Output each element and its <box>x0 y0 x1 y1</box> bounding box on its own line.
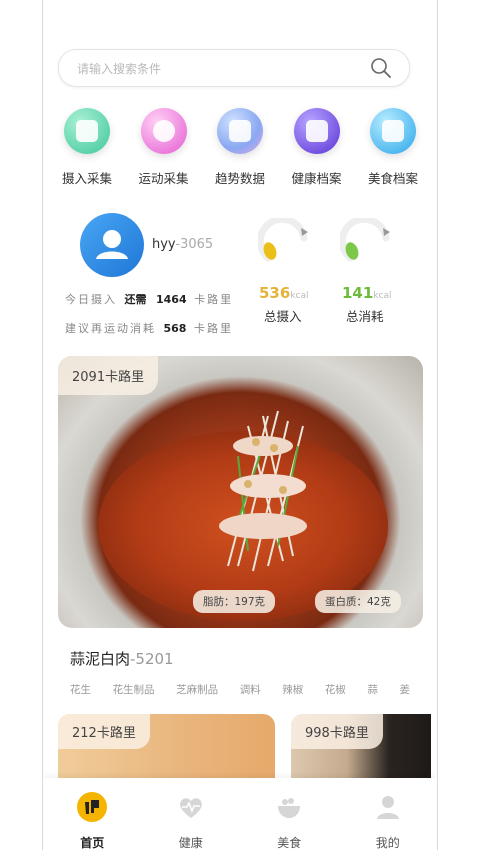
tab-label: 我的 <box>375 836 400 850</box>
food-garnish-image <box>219 410 307 572</box>
intake-collect-icon <box>64 108 110 154</box>
stat-value: 568 <box>163 322 187 335</box>
fat-tag: 脂肪：197克 <box>193 590 276 613</box>
intake-number: 536 <box>259 284 291 302</box>
health-record-icon <box>293 108 340 154</box>
sport-collect-icon <box>140 108 187 154</box>
tab-mine[interactable]: 我的 <box>353 778 423 850</box>
burn-ring-icon <box>340 218 390 262</box>
intake-ring-icon <box>258 218 308 262</box>
quick-label: 运动采集 <box>138 171 189 186</box>
tab-label: 健康 <box>178 836 203 850</box>
user-name-line: hyy-3065 <box>152 237 213 252</box>
stat-value: 1464 <box>156 293 187 306</box>
quick-actions: 摄入采集 运动采集 趋势数据 健康档案 美食档案 <box>53 108 427 187</box>
ingredient-tag: 花椒 <box>324 684 346 696</box>
ingredient-tag: 姜 <box>399 684 410 696</box>
quick-label: 趋势数据 <box>214 171 265 186</box>
calorie-badge: 2091卡路里 <box>58 356 159 395</box>
stat-keyword: 还需 <box>124 293 147 306</box>
ingredient-tag: 辣椒 <box>282 684 304 696</box>
quick-label: 健康档案 <box>291 171 342 186</box>
search-icon[interactable] <box>369 56 393 80</box>
user-name: hyy <box>152 237 176 252</box>
trend-data-icon <box>217 108 263 154</box>
quick-intake-collect[interactable]: 摄入采集 <box>53 108 121 187</box>
search-input[interactable]: 请输入搜索条件 <box>77 60 161 77</box>
burn-number: 141 <box>342 284 374 302</box>
tab-health[interactable]: 健康 <box>156 778 226 850</box>
stat-label: 建议再运动消耗 <box>65 322 156 335</box>
food-bowl-icon <box>278 798 301 818</box>
stat-line-exercise: 建议再运动消耗 568 卡路里 <box>65 320 233 336</box>
food-title[interactable]: 蒜泥白肉-5201 <box>70 648 174 669</box>
ingredient-tag: 花生 <box>70 684 91 696</box>
food-name: 蒜泥白肉 <box>70 650 131 668</box>
user-avatar-icon <box>96 230 128 259</box>
tab-label: 美食 <box>277 836 302 850</box>
ingredient-tag: 蒜 <box>367 684 378 696</box>
intake-unit: kcal <box>290 291 309 301</box>
stat-unit: 卡路里 <box>194 293 234 306</box>
tab-label: 首页 <box>80 836 105 850</box>
calorie-badge: 212卡路里 <box>58 714 150 749</box>
ingredient-tag: 花生制品 <box>112 684 155 696</box>
food-id: -5201 <box>130 650 174 668</box>
tab-food[interactable]: 美食 <box>254 778 324 850</box>
quick-food-record[interactable]: 美食档案 <box>359 108 427 187</box>
ingredient-tag: 芝麻制品 <box>176 684 219 696</box>
intake-value: 536kcal <box>259 284 309 302</box>
quick-label: 美食档案 <box>367 171 418 186</box>
app-screen: 请输入搜索条件 摄入采集 运动采集 趋势数据 健康档案 美食档案 hyy-306… <box>42 0 438 850</box>
ingredient-list: 花生 花生制品 芝麻制品 调料 辣椒 花椒 蒜 姜 <box>70 682 410 697</box>
calorie-badge: 998卡路里 <box>291 714 383 749</box>
quick-health-record[interactable]: 健康档案 <box>283 108 351 187</box>
burn-unit: kcal <box>373 291 392 301</box>
food-record-icon <box>370 108 416 154</box>
user-id: -3065 <box>175 237 214 252</box>
stat-label: 今日摄入 <box>65 293 117 306</box>
burn-value: 141kcal <box>342 284 392 302</box>
avatar[interactable] <box>80 213 144 277</box>
quick-sport-collect[interactable]: 运动采集 <box>130 108 198 187</box>
bottom-tab-bar: 首页 健康 美食 我的 <box>43 778 437 850</box>
stat-unit: 卡路里 <box>193 322 233 335</box>
search-bar[interactable]: 请输入搜索条件 <box>58 49 410 87</box>
quick-trend-data[interactable]: 趋势数据 <box>206 108 274 187</box>
protein-tag: 蛋白质：42克 <box>315 590 401 613</box>
ingredient-tag: 调料 <box>239 684 261 696</box>
heart-pulse-icon <box>179 798 202 818</box>
stat-line-remaining: 今日摄入 还需 1464 卡路里 <box>65 291 233 307</box>
featured-food-card[interactable]: 2091卡路里 脂肪：197克 蛋白质：42克 <box>58 356 423 628</box>
burn-label: 总消耗 <box>346 309 384 324</box>
intake-label: 总摄入 <box>264 309 302 324</box>
tab-home[interactable]: 首页 <box>57 778 127 850</box>
home-icon <box>77 792 108 822</box>
user-icon <box>376 796 399 819</box>
quick-label: 摄入采集 <box>61 171 112 186</box>
